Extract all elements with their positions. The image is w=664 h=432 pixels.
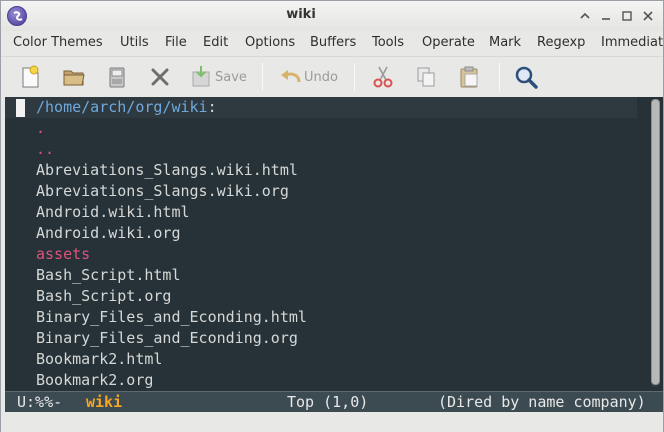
undo-label: Undo (304, 69, 338, 85)
save-icon (192, 66, 210, 87)
dired-entry[interactable]: Android.wiki.org (36, 223, 181, 244)
window-controls (576, 7, 657, 25)
search-button[interactable] (513, 63, 539, 91)
maximize-icon[interactable] (618, 7, 636, 25)
cut-button[interactable] (371, 63, 395, 91)
menu-bar: Color Themes Utils File Edit Options Buf… (1, 31, 663, 55)
menu-operate[interactable]: Operate (422, 35, 475, 50)
close-icon[interactable] (639, 7, 657, 25)
menu-color-themes[interactable]: Color Themes (13, 35, 103, 50)
x-icon (151, 68, 169, 86)
copy-icon (417, 67, 435, 87)
menu-file[interactable]: File (165, 35, 187, 50)
toolbar-separator (354, 63, 355, 91)
minibuffer[interactable] (1, 413, 663, 432)
dired-header[interactable]: /home/arch/org/wiki: (36, 97, 217, 118)
undo-button[interactable]: Undo (279, 63, 338, 91)
menu-immediate[interactable]: Immediate (601, 35, 663, 50)
open-folder-button[interactable] (61, 63, 87, 91)
new-file-icon (22, 65, 39, 88)
dired-entry[interactable]: Binary_Files_and_Econding.org (36, 328, 298, 349)
dired-entry[interactable]: Bookmark2.org (36, 370, 153, 391)
scissors-icon (373, 66, 393, 88)
menu-buffers[interactable]: Buffers (310, 35, 356, 50)
save-button[interactable]: Save (191, 63, 247, 91)
shade-up-icon[interactable] (576, 7, 594, 25)
text-cursor (16, 99, 25, 117)
dired-entry-parent-dir[interactable]: .. (36, 139, 54, 160)
close-buffer-button[interactable] (104, 63, 130, 91)
modeline-status: U:%%- (17, 393, 63, 411)
dired-entry[interactable]: Bookmark2.html (36, 349, 162, 370)
new-file-button[interactable] (17, 63, 43, 91)
mode-line[interactable]: U:%%- wiki Top (1,0) (Dired by name comp… (5, 391, 663, 412)
copy-button[interactable] (414, 63, 438, 91)
title-bar: wiki (1, 1, 663, 31)
search-icon (515, 66, 538, 89)
dired-entry-directory[interactable]: assets (36, 244, 90, 265)
toolbar-separator (499, 63, 500, 91)
toolbar-separator (262, 63, 263, 91)
dired-entry[interactable]: Bash_Script.org (36, 286, 171, 307)
menu-regexp[interactable]: Regexp (537, 35, 585, 50)
dired-buffer[interactable]: /home/arch/org/wiki: . .. Abreviations_S… (5, 97, 663, 391)
menu-options[interactable]: Options (245, 35, 295, 50)
directory-path: /home/arch/org/wiki (36, 98, 208, 116)
dired-entry[interactable]: Bash_Script.html (36, 265, 181, 286)
window-title: wiki (286, 7, 316, 22)
menu-edit[interactable]: Edit (203, 35, 228, 50)
vertical-scrollbar[interactable] (651, 99, 660, 387)
clipboard-icon (460, 66, 478, 88)
menu-mark[interactable]: Mark (489, 35, 521, 50)
dired-entry[interactable]: Binary_Files_and_Econding.html (36, 307, 307, 328)
dired-entry[interactable]: Android.wiki.html (36, 202, 190, 223)
dired-entry[interactable]: Abreviations_Slangs.wiki.html (36, 160, 298, 181)
disk-icon (109, 67, 125, 88)
save-label: Save (215, 69, 247, 85)
emacs-window: wiki Color Themes Utils File Edit Option… (0, 0, 664, 432)
scrollbar-thumb[interactable] (651, 99, 660, 385)
modeline-major-mode[interactable]: (Dired by name company) (438, 392, 646, 412)
menu-utils[interactable]: Utils (120, 35, 149, 50)
minimize-icon[interactable] (597, 7, 615, 25)
dired-entry-current-dir[interactable]: . (36, 118, 45, 139)
folder-icon (63, 70, 85, 86)
undo-icon (281, 70, 301, 83)
dired-entry[interactable]: Abreviations_Slangs.wiki.org (36, 181, 289, 202)
tool-bar: Save Undo (1, 56, 663, 96)
modeline-position: Top (1,0) (287, 393, 369, 411)
paste-button[interactable] (457, 63, 481, 91)
menu-tools[interactable]: Tools (372, 35, 404, 50)
cancel-button[interactable] (147, 63, 173, 91)
modeline-buffer-name[interactable]: wiki (86, 392, 122, 412)
